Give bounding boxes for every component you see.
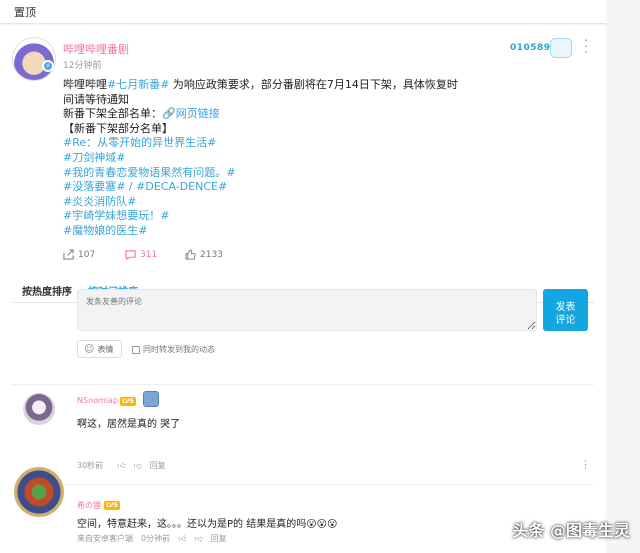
comment-text: 空间，特意赶来，这。。。还以为是P的 结果是真的吗😮😮😮 [77, 519, 338, 530]
post-username[interactable]: 哔哩哔哩番剧 [63, 41, 129, 57]
comment-more-icon[interactable]: ⋮ [580, 458, 591, 471]
divider [12, 384, 594, 385]
smiley-icon: ☺ [84, 343, 95, 355]
fan-number: 010589 [510, 43, 551, 53]
emoji-button[interactable]: ☺ 表情 [77, 340, 122, 358]
medal-icon [143, 391, 159, 407]
fan-badge-icon [550, 38, 572, 58]
thumbs-up-icon [185, 249, 196, 260]
content-text: 为响应政策要求，部分番剧将在7月14日下架，具体恢复时 [169, 78, 458, 91]
page-gutter [606, 0, 640, 553]
comment-avatar[interactable] [14, 467, 64, 517]
content-line: #没落要塞# / #DECA-DENCE# [63, 180, 583, 195]
avatar[interactable] [12, 37, 56, 81]
post-comment-label: 发表 评论 [555, 301, 576, 326]
hashtag-link[interactable]: #七月新番# [107, 78, 169, 91]
watermark: 头条 @图毒生灵 [512, 521, 630, 540]
content-line: #我的青春恋爱物语果然有问题。# [63, 166, 583, 181]
thumbs-down-icon[interactable]: 👎︎ [134, 461, 142, 471]
content-text: 新番下架全部名单： [63, 107, 162, 121]
comment-meta: 30秒前 👍︎ 👎︎ 回复 [77, 460, 174, 471]
thumbs-down-icon[interactable]: 👎︎ [194, 534, 202, 544]
content-line: #Re：从零开始的异世界生活# [63, 136, 583, 151]
content-line: 间请等待通知 [63, 93, 583, 108]
content-text: 【新番下架部分名单】 [63, 121, 173, 135]
hashtag-link[interactable]: #宇崎学妹想要玩！# [63, 209, 169, 222]
content-line: #炎炎消防队# [63, 195, 583, 210]
content-text: 间请等待通知 [63, 92, 129, 106]
comment-avatar[interactable] [23, 393, 55, 425]
verified-icon: ⚡ [42, 60, 54, 72]
more-options-icon[interactable]: · · · [584, 35, 588, 60]
reply-button[interactable]: 回复 [150, 460, 166, 471]
divider [12, 484, 594, 485]
thumbs-up-icon[interactable]: 👍︎ [178, 534, 186, 544]
like-count: 2133 [200, 249, 223, 260]
comment-time: 0分钟前 [141, 534, 171, 543]
content-line: #宇崎学妹想要玩！# [63, 209, 583, 224]
comment-username[interactable]: NSnomiap [77, 396, 118, 405]
content-line: 【新番下架部分名单】 [63, 122, 583, 137]
hashtag-link[interactable]: #魔物娘的医生# [63, 224, 147, 237]
content-line: #魔物娘的医生# [63, 224, 583, 239]
comment-icon [125, 250, 136, 260]
hashtag-link[interactable]: #Re：从零开始的异世界生活# [63, 136, 216, 149]
post-comment-button[interactable]: 发表 评论 [543, 289, 588, 331]
content-line: #刀剑神域# [63, 151, 583, 166]
repost-checkbox[interactable] [132, 345, 140, 354]
comment-input[interactable] [77, 289, 537, 331]
repost-label: 同时转发到我的动态 [143, 345, 215, 354]
content-line: 哔哩哔哩#七月新番# 为响应政策要求，部分番剧将在7月14日下架，具体恢复时 [63, 78, 583, 93]
share-button[interactable]: 107 [63, 249, 95, 260]
pinned-label: 置顶 [14, 6, 36, 19]
hashtag-link[interactable]: #我的青春恋爱物语果然有问题。# [63, 166, 235, 179]
hashtag-link[interactable]: #没落要塞# / #DECA-DENCE# [63, 180, 227, 193]
comment-text: 啊这，居然是真的 哭了 [77, 419, 181, 430]
emoji-label: 表情 [97, 344, 114, 354]
post-actions: 107 311 2133 [63, 249, 363, 265]
post-time: 12分钟前 [63, 61, 102, 71]
tab-sort-hot[interactable]: 按热度排序 [22, 283, 72, 298]
hashtag-link[interactable]: #刀剑神域# [63, 151, 125, 164]
share-icon [63, 249, 74, 260]
share-count: 107 [78, 249, 96, 260]
level-badge: LV5 [120, 397, 136, 406]
like-button[interactable]: 2133 [185, 249, 223, 260]
comment-button[interactable]: 311 [125, 249, 157, 260]
comment-meta: 来自安卓客户端 0分钟前 👍︎ 👎︎ 回复 [77, 533, 235, 544]
comment-source: 来自安卓客户端 [77, 534, 133, 543]
content-text: 哔哩哔哩 [63, 78, 107, 91]
comment-username[interactable]: 希の狸 [77, 500, 101, 511]
comment-time: 30秒前 [77, 461, 104, 470]
post-content: 哔哩哔哩#七月新番# 为响应政策要求，部分番剧将在7月14日下架，具体恢复时 间请… [63, 78, 583, 239]
hashtag-link[interactable]: #炎炎消防队# [63, 195, 136, 208]
content-line: 新番下架全部名单：🔗网页链接 [63, 107, 583, 122]
thumbs-up-icon[interactable]: 👍︎ [117, 461, 125, 471]
web-link[interactable]: 🔗网页链接 [162, 107, 220, 120]
top-bar: 置顶 [0, 0, 606, 24]
repost-option[interactable]: 同时转发到我的动态 [132, 344, 215, 355]
comment-count: 311 [140, 249, 158, 260]
level-badge: LV5 [104, 501, 120, 510]
reply-button[interactable]: 回复 [211, 533, 227, 544]
